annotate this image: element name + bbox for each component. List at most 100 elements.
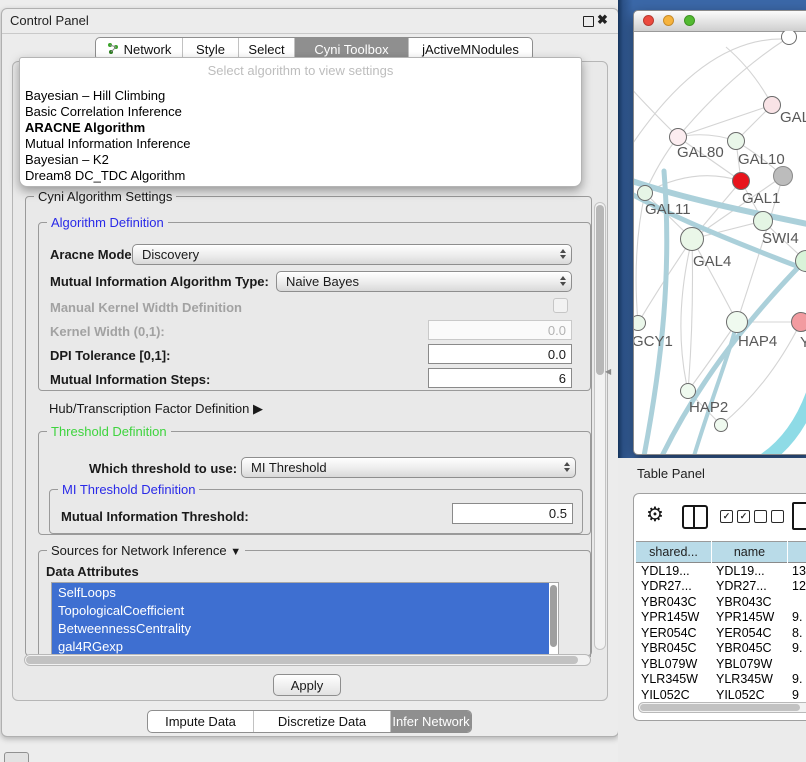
minimize-traffic-light[interactable] xyxy=(663,15,674,26)
node-label: GAL80 xyxy=(677,144,724,161)
algorithm-option[interactable]: Mutual Information Inference xyxy=(20,136,581,152)
list-item[interactable]: TopologicalCoefficient xyxy=(52,601,558,619)
list-item[interactable]: BetweennessCentrality xyxy=(52,619,558,637)
table-panel-box: ⚙ ✓✓ shared... name A YDL19...YDL19...13… xyxy=(633,493,806,721)
table-body: YDL19...YDL19...13 YDR27...YDR27...12 YB… xyxy=(636,563,806,703)
control-panel-window: Control Panel ✖ Network Style Select Cyn… xyxy=(1,8,619,737)
hub-definition-toggle[interactable]: Hub/Transcription Factor Definition ▶ xyxy=(49,401,263,417)
deselect-all-checks-icon[interactable] xyxy=(754,510,784,523)
network-node[interactable] xyxy=(637,185,653,201)
network-window-titlebar xyxy=(634,11,806,32)
node-label: Y xyxy=(800,334,806,351)
settings-vertical-scrollbar[interactable] xyxy=(594,202,606,650)
dpi-tolerance-field[interactable]: 0.0 xyxy=(428,344,572,364)
split-view-icon[interactable] xyxy=(682,505,708,529)
apply-button[interactable]: Apply xyxy=(273,674,341,696)
node-label: GAL xyxy=(780,109,806,126)
algorithm-option-highlighted[interactable]: ARACNE Algorithm xyxy=(20,120,581,136)
node-label: GAL1 xyxy=(742,190,780,207)
network-node[interactable] xyxy=(773,166,793,186)
document-icon[interactable] xyxy=(792,502,806,530)
sources-title[interactable]: Sources for Network Inference ▼ xyxy=(47,543,245,558)
group-title: Cyni Algorithm Settings xyxy=(34,189,176,204)
table-row[interactable]: YIL052CYIL052C9 xyxy=(636,687,806,703)
control-panel-title: Control Panel xyxy=(10,13,89,28)
dpi-tolerance-label: DPI Tolerance [0,1]: xyxy=(50,348,170,363)
table-panel-title: Table Panel xyxy=(637,466,705,481)
mi-type-select[interactable]: Naive Bayes xyxy=(276,271,572,292)
chevron-down-icon: ▼ xyxy=(230,546,241,558)
network-node[interactable] xyxy=(680,383,696,399)
table-row[interactable]: YDL19...YDL19...13 xyxy=(636,563,806,579)
table-row[interactable]: YER054CYER054C8. xyxy=(636,625,806,641)
node-label: GCY1 xyxy=(634,333,673,350)
table-row[interactable]: YBL079WYBL079W xyxy=(636,656,806,672)
gear-icon[interactable]: ⚙ xyxy=(646,502,664,527)
network-node[interactable] xyxy=(753,211,773,231)
algorithm-prompt: Select algorithm to view settings xyxy=(20,63,581,78)
node-label: GAL10 xyxy=(738,151,785,168)
table-row[interactable]: YBR045CYBR045C9. xyxy=(636,641,806,657)
mi-threshold-label: Mutual Information Threshold: xyxy=(61,509,249,524)
aracne-mode-label: Aracne Mode: xyxy=(50,247,136,262)
table-row[interactable]: YPR145WYPR145W9. xyxy=(636,610,806,626)
table-panel-region: Table Panel ⚙ ✓✓ shared... name A YDL19.… xyxy=(618,458,806,762)
tab-discretize-data[interactable]: Discretize Data xyxy=(254,711,391,732)
table-row[interactable]: YLR345WYLR345W9. xyxy=(636,672,806,688)
network-icon xyxy=(107,42,119,57)
network-node[interactable] xyxy=(763,96,781,114)
list-item[interactable]: SelfLoops xyxy=(52,583,558,601)
algorithm-option[interactable]: Bayesian – Hill Climbing xyxy=(20,88,581,104)
column-header[interactable]: name xyxy=(712,541,787,563)
manual-kernel-label: Manual Kernel Width Definition xyxy=(50,300,242,315)
algorithm-option[interactable]: Dream8 DC_TDC Algorithm xyxy=(20,168,581,184)
which-threshold-select[interactable]: MI Threshold xyxy=(241,457,576,478)
tab-infer-network[interactable]: Infer Network xyxy=(391,711,471,732)
algorithm-popup: Select algorithm to view settings Bayesi… xyxy=(19,57,582,187)
list-scrollbar[interactable] xyxy=(549,583,558,655)
table-horizontal-scrollbar[interactable] xyxy=(638,702,806,713)
close-icon[interactable]: ✖ xyxy=(597,12,608,28)
mi-threshold-group: MI Threshold Definition Mutual Informati… xyxy=(49,489,583,534)
tab-label: Network xyxy=(124,42,172,57)
network-canvas[interactable]: GAL GAL80 GAL10 GAL1 GAL11 SWI4 GAL4 GCY… xyxy=(634,31,806,454)
kernel-width-field[interactable]: 0.0 xyxy=(428,320,572,340)
node-label: SWI4 xyxy=(762,230,799,247)
network-node[interactable] xyxy=(714,418,728,432)
node-label: GAL11 xyxy=(645,201,691,218)
select-all-checks-icon[interactable]: ✓✓ xyxy=(720,510,750,523)
mi-steps-field[interactable]: 6 xyxy=(428,368,572,388)
algorithm-definition-group: Algorithm Definition Aracne Mode: Discov… xyxy=(38,222,591,391)
mi-threshold-field[interactable]: 0.5 xyxy=(452,503,573,524)
table-row[interactable]: YBR043CYBR043C xyxy=(636,594,806,610)
column-header[interactable]: A xyxy=(788,541,806,563)
chevron-updown-icon xyxy=(560,276,566,286)
network-node[interactable] xyxy=(680,227,704,251)
aracne-mode-select[interactable]: Discovery xyxy=(132,244,572,265)
chevron-updown-icon xyxy=(560,249,566,259)
cyni-bottom-tabbar: Impute Data Discretize Data Infer Networ… xyxy=(147,710,472,733)
network-node[interactable] xyxy=(791,312,806,332)
manual-kernel-checkbox[interactable] xyxy=(553,298,568,313)
threshold-definition-title: Threshold Definition xyxy=(47,424,171,439)
mi-type-label: Mutual Information Algorithm Type: xyxy=(50,274,269,289)
tab-impute-data[interactable]: Impute Data xyxy=(148,711,254,732)
table-row[interactable]: YDR27...YDR27...12 xyxy=(636,579,806,595)
kernel-width-label: Kernel Width (0,1): xyxy=(50,324,165,339)
network-node-gal1[interactable] xyxy=(732,172,750,190)
algorithm-option[interactable]: Basic Correlation Inference xyxy=(20,104,581,120)
threshold-definition-group: Threshold Definition Which threshold to … xyxy=(38,431,591,535)
corner-button[interactable] xyxy=(4,752,29,762)
network-node[interactable] xyxy=(726,311,748,333)
mi-steps-label: Mutual Information Steps: xyxy=(50,372,210,387)
zoom-traffic-light[interactable] xyxy=(684,15,695,26)
close-traffic-light[interactable] xyxy=(643,15,654,26)
float-window-icon[interactable] xyxy=(583,16,594,27)
algorithm-option[interactable]: Bayesian – K2 xyxy=(20,152,581,168)
list-item[interactable]: gal4RGexp xyxy=(52,637,558,655)
network-node[interactable] xyxy=(727,132,745,150)
settings-horizontal-scrollbar[interactable] xyxy=(24,654,591,666)
column-header[interactable]: shared... xyxy=(636,541,711,563)
chevron-right-icon: ▶ xyxy=(253,401,263,416)
splitter-handle[interactable]: ◀ xyxy=(605,367,611,376)
